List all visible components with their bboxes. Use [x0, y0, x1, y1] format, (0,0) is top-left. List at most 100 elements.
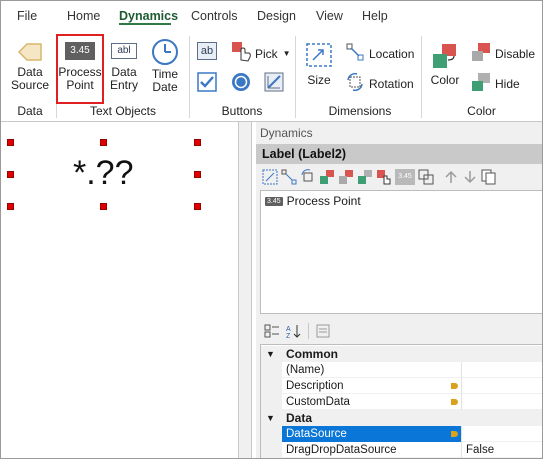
hide-icon[interactable] [357, 169, 373, 185]
color-button[interactable]: Color [427, 42, 463, 87]
property-pages-icon[interactable] [315, 323, 331, 339]
property-grid-toolbar: AZ [256, 320, 543, 342]
disable-icon[interactable] [338, 169, 354, 185]
process-point-label-object[interactable]: *.?? [73, 154, 134, 193]
toolbar-divider [308, 323, 309, 339]
arrow-up-icon[interactable] [443, 169, 459, 185]
text-button-icon: ab [197, 42, 217, 60]
copy-icon[interactable] [481, 169, 497, 185]
property-row-selected[interactable]: DataSource [261, 426, 543, 442]
property-name: Description [286, 380, 344, 392]
property-name: CustomData [286, 396, 350, 408]
svg-text:A: A [286, 326, 291, 333]
category-label: Data [286, 411, 313, 425]
location-icon[interactable] [281, 169, 297, 185]
size-button[interactable]: Size [302, 42, 336, 87]
text-button-tool[interactable]: ab [197, 42, 217, 60]
process-point-button[interactable]: 3.45 Process Point [58, 40, 102, 92]
resize-handle-top-right[interactable] [194, 139, 201, 146]
resize-handle-right[interactable] [194, 171, 201, 178]
tab-view[interactable]: View [316, 9, 343, 23]
group-icon[interactable] [418, 169, 434, 185]
location-button[interactable]: Location [345, 42, 414, 65]
column-divider [461, 378, 462, 394]
location-icon [345, 42, 365, 65]
pick-icon[interactable] [376, 169, 392, 185]
pick-button[interactable]: Pick ▼ [232, 42, 291, 65]
hide-icon [470, 72, 492, 95]
category-data[interactable]: ▼ Data [261, 410, 543, 426]
categorized-icon[interactable] [264, 323, 280, 339]
tab-design[interactable]: Design [257, 9, 296, 23]
group-divider [295, 36, 296, 118]
time-date-label: Time Date [151, 67, 179, 94]
location-label: Location [369, 46, 415, 61]
row-gutter [261, 442, 282, 458]
chevron-down-icon[interactable]: ▼ [266, 410, 275, 426]
arrow-down-icon[interactable] [462, 169, 478, 185]
resize-handle-left[interactable] [7, 171, 14, 178]
resize-handle-bottom[interactable] [100, 203, 107, 210]
rotation-icon[interactable] [300, 169, 316, 185]
data-group-label: Data [17, 104, 43, 118]
group-divider [189, 36, 190, 118]
resize-handle-bottom-right[interactable] [194, 203, 201, 210]
binding-marker-icon[interactable] [451, 383, 458, 389]
buttons-group-label: Buttons [221, 104, 263, 118]
data-entry-label: Data Entry [109, 65, 138, 92]
disable-label: Disable [495, 46, 536, 61]
pick-label: Pick [255, 46, 278, 61]
binding-marker-icon[interactable] [451, 431, 458, 437]
rotation-button[interactable]: Rotation [345, 72, 414, 95]
tab-home[interactable]: Home [67, 9, 100, 23]
tab-file[interactable]: File [17, 9, 37, 23]
property-row[interactable]: DragDropDataSource False [261, 442, 543, 458]
category-common[interactable]: ▼ Common [261, 346, 543, 362]
clock-icon [151, 38, 179, 66]
disable-button[interactable]: Disable [470, 42, 535, 65]
resize-handle-top-left[interactable] [7, 139, 14, 146]
process-point-icon[interactable]: 3.45 [395, 169, 415, 185]
tab-dynamics[interactable]: Dynamics [119, 9, 178, 23]
property-row[interactable]: CustomData [261, 394, 543, 410]
chevron-down-icon[interactable]: ▼ [266, 346, 275, 362]
slider-tool[interactable] [264, 72, 284, 95]
data-source-button[interactable]: Data Source [8, 40, 52, 92]
property-row[interactable]: (Name) [261, 362, 543, 378]
tab-controls[interactable]: Controls [191, 9, 238, 23]
color-icon[interactable] [319, 169, 335, 185]
data-entry-button[interactable]: abl Data Entry [104, 40, 144, 92]
list-item[interactable]: 3.45 Process Point [265, 194, 361, 208]
pick-hand-icon [232, 42, 252, 65]
time-date-button[interactable]: Time Date [146, 38, 184, 94]
hide-button[interactable]: Hide [470, 72, 520, 95]
checkbox-tool[interactable] [197, 72, 217, 95]
dynamics-panel: Dynamics Label (Label2) 3.45 3.45 Proces… [256, 122, 543, 459]
resize-handle-top[interactable] [100, 139, 107, 146]
resize-handle-bottom-left[interactable] [7, 203, 14, 210]
data-entry-icon: abl [111, 43, 137, 59]
selected-object-header: Label (Label2) [256, 144, 543, 164]
tab-help[interactable]: Help [362, 9, 388, 23]
process-point-label: Process Point [58, 65, 102, 92]
sort-alphabetical-icon[interactable]: AZ [286, 323, 302, 340]
design-canvas[interactable]: *.?? [0, 122, 251, 459]
property-name: (Name) [286, 364, 325, 376]
size-icon[interactable] [262, 169, 278, 185]
column-divider [461, 442, 462, 458]
slider-icon [264, 72, 284, 95]
dimensions-group-label: Dimensions [328, 104, 392, 118]
checkbox-icon [197, 72, 217, 95]
property-value[interactable]: False [466, 442, 494, 458]
property-name: DataSource [286, 428, 347, 440]
group-divider [421, 36, 422, 118]
radio-button-tool[interactable] [231, 72, 251, 95]
color-label: Color [430, 73, 460, 87]
rotation-label: Rotation [369, 76, 414, 91]
dynamics-toolbar: 3.45 [256, 166, 543, 188]
panel-splitter[interactable] [238, 122, 252, 459]
binding-marker-icon[interactable] [451, 399, 458, 405]
size-label: Size [307, 73, 331, 87]
property-row[interactable]: Description [261, 378, 543, 394]
property-grid: ▼ Common (Name) Description CustomData ▼… [260, 344, 543, 459]
